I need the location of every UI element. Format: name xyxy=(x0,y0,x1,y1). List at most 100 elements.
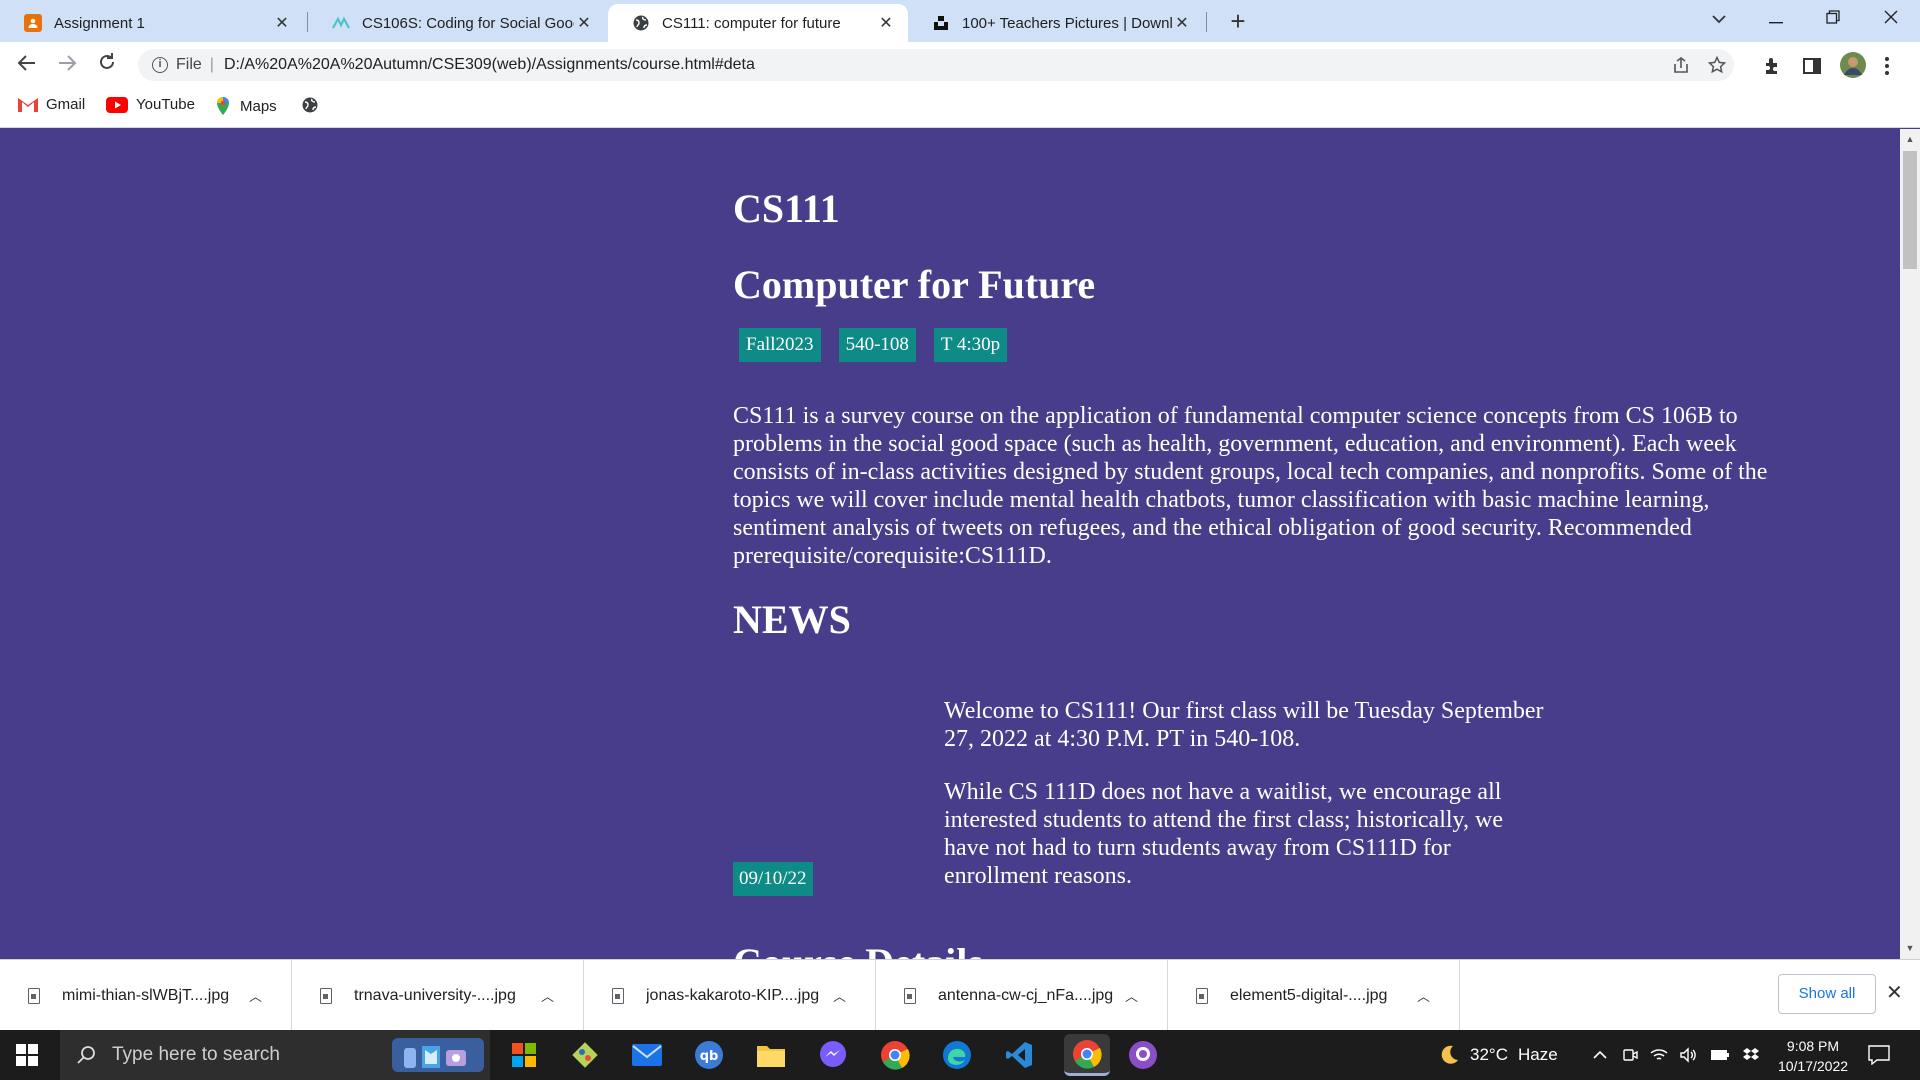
taskbar-clock[interactable]: 9:08 PM 10/17/2022 xyxy=(1768,1036,1858,1076)
tab-assignment-1[interactable]: Assignment 1 ✕ xyxy=(0,4,304,42)
chevron-up-icon[interactable]: ︿ xyxy=(249,986,262,1005)
url-text[interactable]: D:/A%20A%20A%20Autumn/CSE309(web)/Assign… xyxy=(224,56,755,74)
restore-button[interactable] xyxy=(1810,4,1856,36)
download-filename: trnava-university-....jpg xyxy=(354,986,516,1004)
course-badges: Fall2023 540-108 T 4:30p xyxy=(739,328,1025,362)
widgets-icon[interactable] xyxy=(392,1038,484,1072)
chevron-up-icon[interactable]: ︿ xyxy=(541,986,554,1005)
divider: | xyxy=(209,56,214,73)
mail-icon[interactable] xyxy=(630,1038,664,1072)
room-badge: 540-108 xyxy=(838,328,916,362)
meet-now-icon[interactable] xyxy=(1622,1047,1638,1063)
file-icon xyxy=(1196,987,1208,1004)
bookmark-label: YouTube xyxy=(136,96,195,113)
browser-toolbar: i File | D:/A%20A%20A%20Autumn/CSE309(we… xyxy=(0,42,1920,88)
bookmark-youtube[interactable]: YouTube xyxy=(106,96,195,113)
browser-tab-strip: Assignment 1 ✕ CS106S: Coding for Social… xyxy=(0,0,1920,42)
share-icon[interactable] xyxy=(1672,56,1690,79)
profile-avatar[interactable] xyxy=(1840,52,1866,78)
globe-icon xyxy=(632,14,650,32)
edge-icon[interactable] xyxy=(940,1038,974,1072)
reload-button[interactable] xyxy=(92,50,122,80)
news-item: Welcome to CS111! Our first class will b… xyxy=(944,697,1544,915)
bookmark-globe[interactable] xyxy=(301,96,327,114)
page-scrollbar[interactable]: ▲ ▼ xyxy=(1900,129,1920,959)
address-bar[interactable]: i File | D:/A%20A%20A%20Autumn/CSE309(we… xyxy=(138,49,1734,81)
tab-title: 100+ Teachers Pictures | Downlo xyxy=(962,14,1172,32)
chevron-up-icon[interactable] xyxy=(1592,1050,1608,1060)
news-paragraph: Welcome to CS111! Our first class will b… xyxy=(944,698,1544,752)
bookmark-star-icon[interactable] xyxy=(1707,55,1727,79)
download-item[interactable]: antenna-cw-cj_nFa....jpg ︿ xyxy=(876,960,1168,1031)
chevron-up-icon[interactable]: ︿ xyxy=(1125,986,1138,1005)
vscode-icon[interactable] xyxy=(1002,1038,1036,1072)
url-scheme-label: File xyxy=(176,56,202,73)
close-icon[interactable]: ✕ xyxy=(876,13,896,33)
back-button[interactable] xyxy=(12,50,42,80)
chevron-up-icon[interactable]: ︿ xyxy=(1417,986,1430,1005)
news-heading: NEWS xyxy=(733,597,851,642)
close-icon[interactable]: ✕ xyxy=(272,13,292,33)
tab-cs111[interactable]: CS111: computer for future ✕ xyxy=(608,4,908,42)
download-item[interactable]: trnava-university-....jpg ︿ xyxy=(292,960,584,1031)
qbittorrent-icon[interactable]: qb xyxy=(692,1038,726,1072)
volume-icon[interactable] xyxy=(1680,1047,1698,1063)
close-icon[interactable]: ✕ xyxy=(1172,13,1192,33)
file-icon xyxy=(28,987,40,1004)
file-icon xyxy=(904,987,916,1004)
weather-widget[interactable]: 32°C Haze xyxy=(1438,1030,1558,1080)
scroll-up-arrow-icon[interactable]: ▲ xyxy=(1900,132,1920,146)
browser-menu-icon[interactable] xyxy=(1884,56,1904,76)
chrome-icon[interactable] xyxy=(878,1038,912,1072)
maps-icon xyxy=(214,96,232,116)
tab-title: Assignment 1 xyxy=(54,14,145,32)
svg-text:qb: qb xyxy=(700,1049,719,1064)
scroll-down-arrow-icon[interactable]: ▼ xyxy=(1900,941,1920,955)
file-explorer-icon[interactable] xyxy=(754,1038,788,1072)
bookmark-gmail[interactable]: Gmail xyxy=(18,96,85,113)
unsplash-icon xyxy=(932,14,950,32)
download-filename: element5-digital-....jpg xyxy=(1230,986,1388,1004)
extensions-icon[interactable] xyxy=(1762,56,1782,76)
side-panel-icon[interactable] xyxy=(1802,56,1822,76)
download-item[interactable]: jonas-kakaroto-KIP....jpg ︿ xyxy=(584,960,876,1031)
file-icon xyxy=(320,987,332,1004)
tab-title: CS111: computer for future xyxy=(662,14,841,32)
notification-icon[interactable] xyxy=(1868,1030,1890,1080)
bookmark-maps[interactable]: Maps xyxy=(214,96,277,116)
course-title-heading: Computer for Future xyxy=(733,262,1096,307)
tab-search-dropdown-icon[interactable] xyxy=(1696,4,1742,36)
tab-cs106s[interactable]: CS106S: Coding for Social Good ✕ xyxy=(308,4,606,42)
wifi-icon[interactable] xyxy=(1650,1047,1668,1063)
file-icon xyxy=(612,987,624,1004)
download-item[interactable]: element5-digital-....jpg ︿ xyxy=(1168,960,1460,1031)
close-icon[interactable]: ✕ xyxy=(1886,980,1903,1005)
forward-button[interactable] xyxy=(52,50,82,80)
download-filename: mimi-thian-slWBjT....jpg xyxy=(62,986,230,1004)
site-info-icon[interactable]: i xyxy=(152,57,168,73)
gmail-icon xyxy=(18,97,38,112)
git-icon[interactable] xyxy=(568,1038,602,1072)
clock-time: 9:08 PM xyxy=(1786,1038,1840,1054)
windows-start-button[interactable] xyxy=(16,1044,38,1066)
weather-condition: Haze xyxy=(1517,1045,1558,1064)
bookmark-label: Gmail xyxy=(46,96,86,113)
scrollbar-thumb[interactable] xyxy=(1903,151,1917,269)
close-window-button[interactable] xyxy=(1868,4,1914,36)
youtube-icon xyxy=(106,96,128,113)
course-details-heading: Course Details xyxy=(733,939,983,959)
chevron-up-icon[interactable]: ︿ xyxy=(833,986,846,1005)
show-all-downloads-button[interactable]: Show all xyxy=(1778,974,1876,1014)
dropbox-icon[interactable] xyxy=(1742,1047,1760,1063)
close-icon[interactable]: ✕ xyxy=(574,13,594,33)
github-desktop-icon[interactable] xyxy=(1126,1038,1160,1072)
tab-divider xyxy=(1206,12,1207,32)
messenger-icon[interactable] xyxy=(816,1038,850,1072)
battery-icon[interactable] xyxy=(1710,1049,1730,1061)
new-tab-button[interactable]: + xyxy=(1222,6,1254,38)
download-item[interactable]: mimi-thian-slWBjT....jpg ︿ xyxy=(0,960,292,1031)
minimize-button[interactable] xyxy=(1753,4,1799,36)
chrome-profile-icon[interactable] xyxy=(1064,1034,1110,1076)
microsoft-store-icon[interactable] xyxy=(507,1038,541,1072)
tab-teachers-pictures[interactable]: 100+ Teachers Pictures | Downlo ✕ xyxy=(908,4,1204,42)
